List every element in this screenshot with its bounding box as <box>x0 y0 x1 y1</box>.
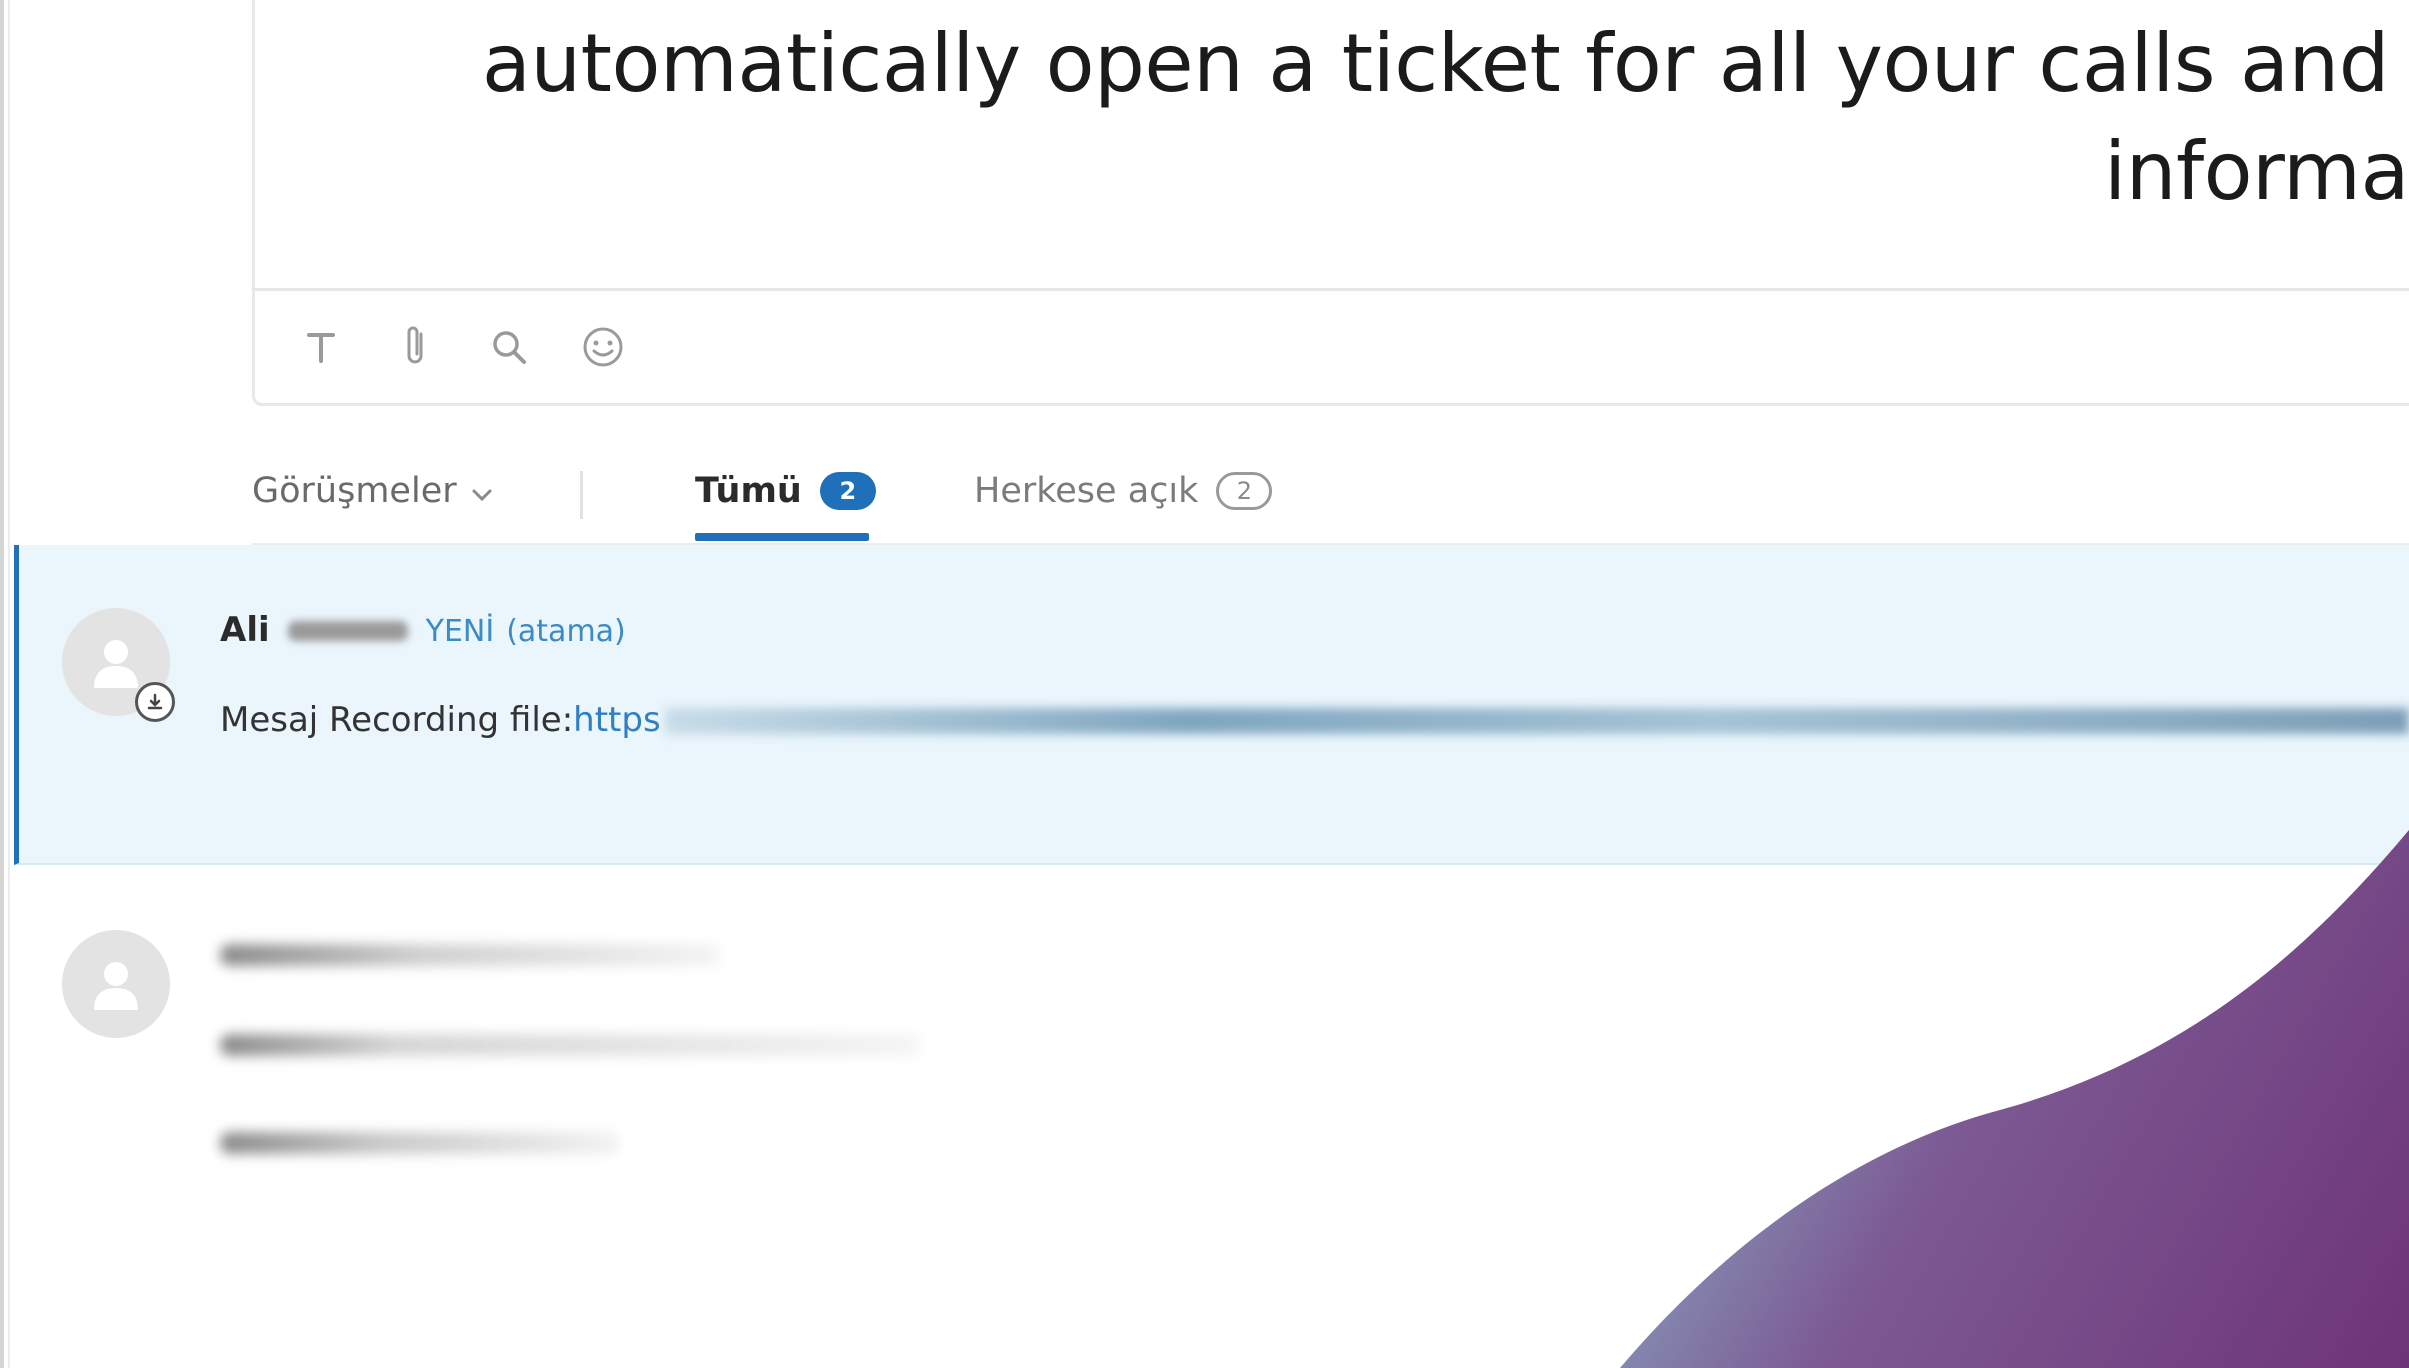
user-icon <box>94 962 138 1010</box>
tab-all[interactable]: Tümü 2 <box>695 471 876 511</box>
blurred-text-line <box>220 1132 620 1154</box>
dropdown-label: Görüşmeler <box>252 471 457 511</box>
headline: automatically open a ticket for all your… <box>0 10 2409 226</box>
composer-toolbar <box>298 318 626 376</box>
text-format-icon[interactable] <box>298 324 344 370</box>
headline-line-2: informa <box>2104 125 2409 218</box>
user-icon <box>94 640 138 688</box>
recording-link[interactable]: https <box>573 700 661 740</box>
status-badge: YENİ <box>425 614 495 649</box>
conversations-dropdown[interactable]: Görüşmeler <box>252 471 493 511</box>
headline-line-1: automatically open a ticket for all your… <box>481 17 2390 110</box>
chevron-down-icon <box>471 471 493 511</box>
tab-public[interactable]: Herkese açık 2 <box>974 471 1273 511</box>
emoji-icon[interactable] <box>580 324 626 370</box>
composer-divider <box>252 288 2409 291</box>
conversation-title: Ali YENİ (atama) <box>220 610 626 650</box>
blurred-surname <box>287 621 408 641</box>
avatar <box>62 930 170 1038</box>
tab-public-count-badge: 2 <box>1216 472 1273 510</box>
assign-link[interactable]: (atama) <box>506 614 626 649</box>
attachment-icon[interactable] <box>392 324 438 370</box>
tab-all-label: Tümü <box>695 471 802 511</box>
contact-name[interactable]: Ali <box>220 610 270 650</box>
blurred-text-line <box>220 944 720 966</box>
tab-separator <box>580 471 583 519</box>
conversation-tabs: Görüşmeler Tümü 2 Herkese açık 2 <box>252 465 2409 545</box>
search-icon[interactable] <box>486 324 532 370</box>
blurred-text-line <box>220 1034 920 1056</box>
tab-public-label: Herkese açık <box>974 471 1199 511</box>
blurred-url <box>665 708 2409 734</box>
message-text: Mesaj Recording file: <box>220 700 574 740</box>
active-tab-indicator <box>695 533 869 541</box>
tab-all-count-badge: 2 <box>819 472 876 510</box>
phone-channel-icon <box>135 682 175 722</box>
conversation-message: Mesaj Recording file: https <box>220 700 661 740</box>
